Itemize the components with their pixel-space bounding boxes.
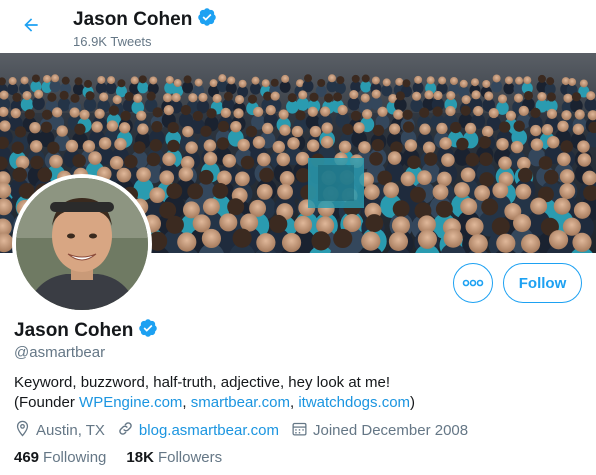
header-name-text: Jason Cohen bbox=[73, 9, 193, 30]
joined-text: Joined December 2008 bbox=[313, 422, 469, 439]
back-button[interactable] bbox=[14, 10, 48, 44]
followers-stat[interactable]: 18K Followers bbox=[126, 449, 222, 466]
more-icon bbox=[462, 274, 484, 292]
arrow-left-icon bbox=[21, 15, 41, 40]
bio-link-itwatchdogs[interactable]: itwatchdogs.com bbox=[298, 394, 410, 411]
profile-avatar[interactable] bbox=[12, 174, 152, 314]
more-options-button[interactable] bbox=[453, 263, 493, 303]
avatar-photo bbox=[16, 178, 148, 310]
bio-separator: , bbox=[182, 394, 191, 411]
profile-stats: 469 Following 18K Followers bbox=[14, 449, 242, 466]
bio-line-2: (Founder WPEngine.com, smartbear.com, it… bbox=[14, 393, 584, 413]
bio-line-1: Keyword, buzzword, half-truth, adjective… bbox=[14, 374, 391, 391]
followers-label: Followers bbox=[157, 449, 223, 466]
location: Austin, TX bbox=[14, 420, 105, 441]
bio-suffix: ) bbox=[410, 394, 416, 411]
location-pin-icon bbox=[14, 420, 36, 441]
profile-header: Jason Cohen 16.9K Tweets bbox=[0, 0, 596, 53]
joined-date: Joined December 2008 bbox=[291, 420, 468, 441]
following-label: Following bbox=[43, 449, 107, 466]
website-link[interactable]: blog.asmartbear.com bbox=[139, 422, 279, 439]
followers-count: 18K bbox=[126, 449, 154, 466]
website[interactable]: blog.asmartbear.com bbox=[117, 420, 279, 441]
profile-handle: @asmartbear bbox=[14, 344, 106, 361]
bio-link-smartbear[interactable]: smartbear.com bbox=[191, 394, 290, 411]
following-stat[interactable]: 469 Following bbox=[14, 449, 106, 466]
profile-name-text: Jason Cohen bbox=[14, 320, 134, 341]
link-icon bbox=[117, 420, 139, 441]
profile-bio: Keyword, buzzword, half-truth, adjective… bbox=[14, 373, 584, 413]
tweet-count: 16.9K Tweets bbox=[73, 34, 152, 49]
bio-link-wpengine[interactable]: WPEngine.com bbox=[79, 394, 182, 411]
location-text: Austin, TX bbox=[36, 422, 105, 439]
profile-name: Jason Cohen bbox=[14, 318, 158, 344]
verified-badge-icon bbox=[138, 318, 158, 344]
profile-meta: Austin, TX blog.asmartbear.com Joined De… bbox=[14, 420, 480, 441]
calendar-icon bbox=[291, 420, 313, 441]
header-title: Jason Cohen bbox=[73, 7, 217, 33]
following-count: 469 bbox=[14, 449, 40, 466]
follow-button[interactable]: Follow bbox=[503, 263, 582, 303]
verified-badge-icon bbox=[197, 7, 217, 33]
bio-prefix: (Founder bbox=[14, 394, 80, 411]
